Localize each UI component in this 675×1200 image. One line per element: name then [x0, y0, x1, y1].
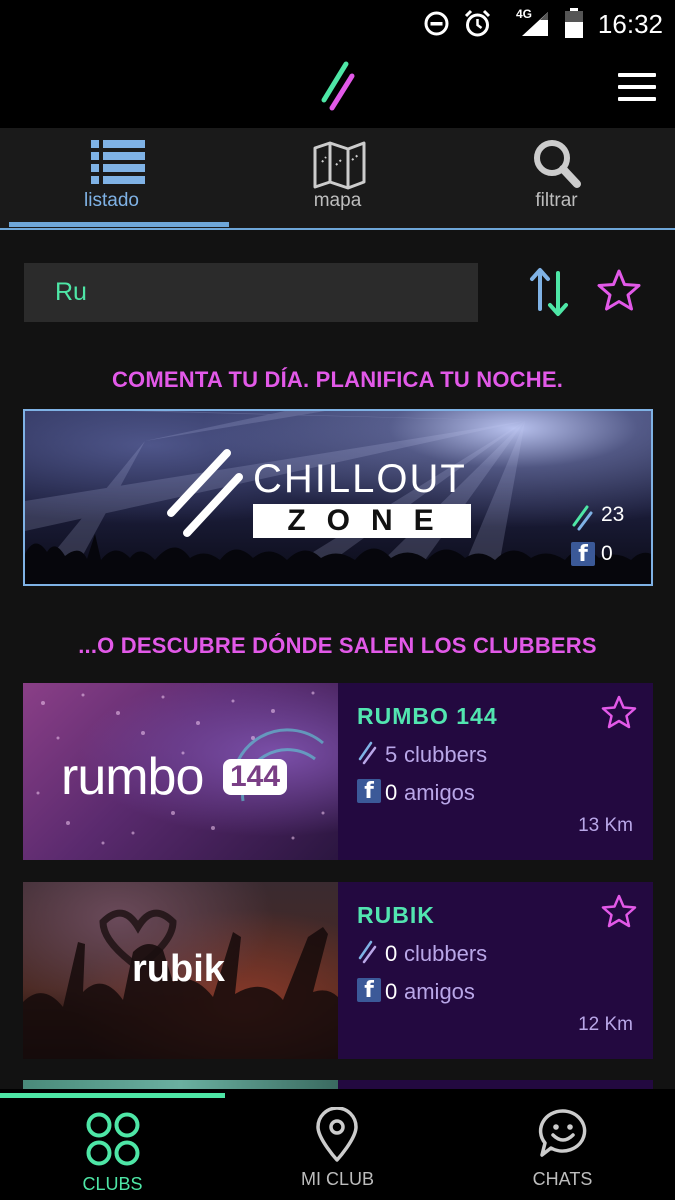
- chat-smiley-icon: [538, 1109, 587, 1157]
- tab-indicator: [9, 222, 229, 227]
- app-logo-icon: [321, 61, 355, 111]
- search-input[interactable]: [24, 263, 478, 322]
- club-friends-count: 0: [385, 780, 398, 805]
- club-name: RUMBO 144: [357, 703, 498, 729]
- status-bar: 4G 16:32: [0, 0, 675, 46]
- club-card-partial[interactable]: [23, 1080, 653, 1089]
- club-logo-text: rumbo: [61, 748, 204, 806]
- chillout-logo-icon: [167, 449, 243, 537]
- bottom-nav-label: MI CLUB: [300, 1169, 374, 1189]
- list-icon: [91, 140, 145, 184]
- club-clubbers-count: 0: [385, 941, 398, 966]
- location-pin-icon: [316, 1107, 358, 1162]
- discover-heading: ...O DESCUBRE DÓNDE SALEN LOS CLUBBERS: [78, 633, 597, 658]
- view-tabs: listado mapa filtrar: [0, 128, 675, 230]
- club-clubbers-label: clubbers: [404, 941, 488, 966]
- club-distance: 12 Km: [578, 1014, 633, 1035]
- facebook-icon: f: [357, 978, 381, 1002]
- tagline-heading: COMENTA TU DÍA. PLANIFICA TU NOCHE.: [111, 367, 564, 392]
- tab-label: mapa: [313, 190, 362, 211]
- club-image: rubik: [23, 882, 338, 1059]
- banner-subtitle: ZONE: [253, 504, 471, 538]
- club-distance: 13 Km: [578, 815, 633, 836]
- tab-filtrar[interactable]: filtrar: [450, 128, 675, 228]
- club-friends-label: amigos: [404, 780, 475, 805]
- club-card-rubik[interactable]: rubik RUBIK 0 clubbers f 0 amigos 12 Km: [23, 882, 653, 1059]
- club-logo-badge: 144: [223, 759, 287, 795]
- search-field[interactable]: [24, 263, 478, 322]
- club-clubbers-count: 5: [385, 742, 398, 767]
- club-clubbers-label: clubbers: [404, 742, 488, 767]
- club-card-rumbo-144[interactable]: rumbo 144 RUMBO 144 5 clubbers f 0 amigo…: [23, 683, 653, 860]
- star-outline-icon[interactable]: [601, 695, 637, 729]
- bottom-nav-mi-club[interactable]: MI CLUB: [225, 1089, 450, 1200]
- map-icon: [313, 141, 366, 190]
- facebook-icon: f: [357, 779, 381, 803]
- chillout-zone-banner[interactable]: CHILLOUT ZONE 23 f 0: [23, 409, 653, 586]
- club-image: [23, 1080, 338, 1089]
- banner-friends-count: 0: [601, 542, 613, 565]
- do-not-disturb-icon: [424, 11, 449, 36]
- alarm-icon: [464, 9, 491, 37]
- status-time: 16:32: [597, 9, 663, 39]
- sort-arrows-icon[interactable]: [528, 265, 572, 319]
- clubbers-icon: [358, 741, 377, 765]
- clubs-grid-icon: [86, 1112, 140, 1166]
- facebook-icon: f: [571, 542, 595, 566]
- clubbers-icon: [358, 940, 377, 964]
- tab-listado[interactable]: listado: [0, 128, 225, 228]
- star-outline-icon[interactable]: [596, 268, 642, 312]
- hamburger-menu-icon[interactable]: [612, 70, 660, 106]
- tab-label: filtrar: [535, 190, 578, 211]
- banner-clubbers-count: 23: [601, 503, 625, 526]
- search-icon: [534, 140, 581, 188]
- banner-title: CHILLOUT: [253, 457, 467, 501]
- club-friends-count: 0: [385, 979, 398, 1004]
- bottom-nav-clubs[interactable]: CLUBS: [0, 1089, 225, 1200]
- tab-label: listado: [84, 190, 139, 211]
- battery-icon: [565, 8, 583, 38]
- club-friends-label: amigos: [404, 979, 475, 1004]
- clubbers-icon: [572, 505, 593, 531]
- club-name: RUBIK: [357, 902, 435, 928]
- star-outline-icon[interactable]: [601, 894, 637, 928]
- app-bar: [0, 46, 675, 128]
- club-image: rumbo 144: [23, 683, 338, 860]
- signal-icon: [522, 12, 548, 36]
- club-logo-text: rubik: [132, 948, 225, 990]
- bottom-nav-chats[interactable]: CHATS: [450, 1089, 675, 1200]
- bottom-nav-label: CHATS: [532, 1169, 593, 1189]
- bottom-nav-label: CLUBS: [82, 1174, 143, 1194]
- tab-mapa[interactable]: mapa: [225, 128, 450, 228]
